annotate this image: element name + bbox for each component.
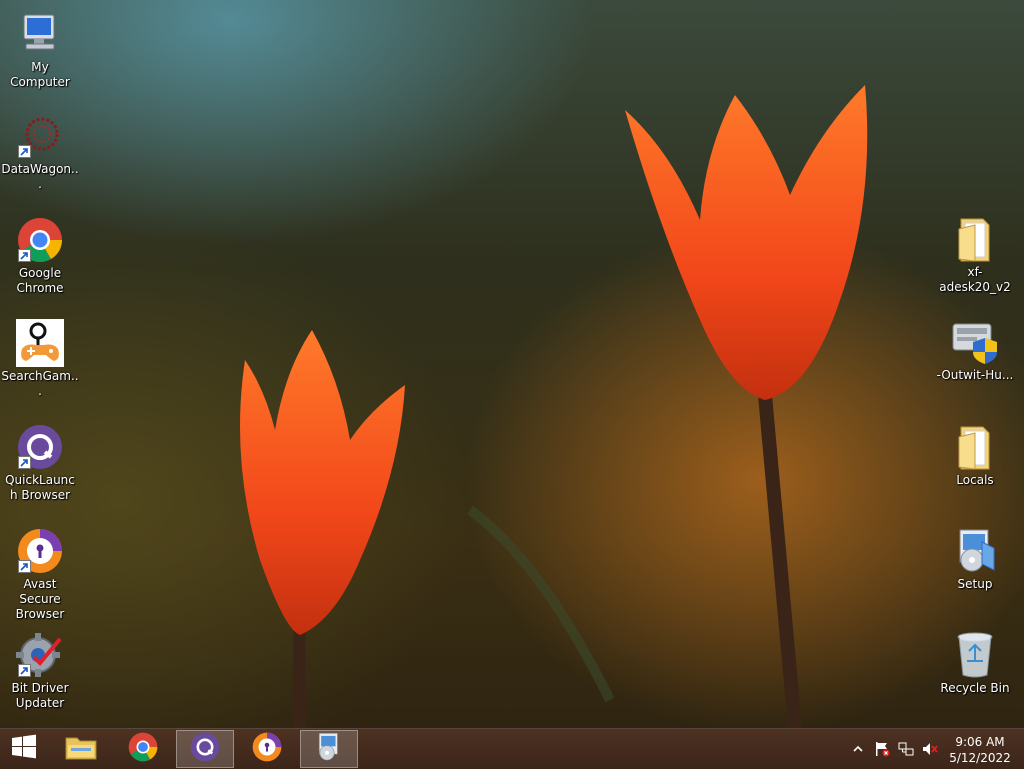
chrome-icon [128,732,158,766]
desktop-icon-label: Recycle Bin [940,681,1010,695]
quicklaunch-icon [16,423,64,471]
setup-icon [314,732,344,766]
taskbar-chrome[interactable] [114,730,172,768]
taskbar-avast[interactable] [238,730,296,768]
datawagon-icon [16,112,64,160]
computer-icon [16,10,64,58]
shortcut-arrow-icon [18,456,31,469]
avast-icon [252,732,282,766]
desktop-icon-datawagon[interactable]: DataWagon... [0,112,80,192]
desktop-icon-searchgames[interactable]: SearchGam... [0,319,80,399]
taskbar-file-explorer[interactable] [52,730,110,768]
clock-time: 9:06 AM [955,735,1005,749]
taskbar-quicklaunch[interactable] [176,730,234,768]
desktop-icon-label: Google Chrome [16,266,64,295]
avast-icon [16,527,64,575]
desktop-icon-outwit-hub[interactable]: -Outwit-Hu... [935,318,1015,383]
start-icon [11,734,37,764]
shortcut-arrow-icon [18,560,31,573]
setup-icon [951,527,999,575]
desktop-icon-setup[interactable]: Setup [935,527,1015,592]
desktop-icon-recycle-bin[interactable]: Recycle Bin [935,631,1015,696]
desktop-wallpaper [0,0,1024,768]
shortcut-arrow-icon [18,145,31,158]
gamepad-icon [16,319,64,367]
installer-icon [951,318,999,366]
desktop-icon-google-chrome[interactable]: Google Chrome [0,216,80,296]
chevron-up-icon[interactable] [850,741,866,757]
desktop-icon-my-computer[interactable]: My Computer [0,10,80,90]
desktop-icon-xf-adesk20[interactable]: xf-adesk20_v2 [935,215,1015,295]
shortcut-arrow-icon [18,664,31,677]
start-button[interactable] [0,730,48,768]
network-icon[interactable] [898,741,914,757]
desktop-icon-label: QuickLaunch Browser [5,473,75,502]
taskbar-setup[interactable] [300,730,358,768]
desktop-icon-quicklaunch[interactable]: QuickLaunch Browser [0,423,80,503]
quicklaunch-icon [190,732,220,766]
desktop-icon-label: SearchGam... [1,369,79,398]
folder-icon [951,423,999,471]
desktop-icon-bit-driver-updater[interactable]: Bit Driver Updater [0,631,80,711]
gear-icon [16,631,64,679]
clock-date: 5/12/2022 [949,751,1011,765]
desktop-icon-label: Locals [956,473,994,487]
chrome-icon [16,216,64,264]
desktop-icon-avast-secure-browser[interactable]: Avast Secure Browser [0,527,80,622]
desktop-icon-label: My Computer [10,60,70,89]
desktop-icon-label: xf-adesk20_v2 [939,265,1011,294]
desktop-icon-label: Avast Secure Browser [15,577,65,621]
folder-icon [951,215,999,263]
system-clock[interactable]: 9:06 AM 5/12/2022 [946,734,1014,766]
desktop-icon-label: -Outwit-Hu... [936,368,1014,382]
file-explorer-icon [65,733,97,765]
desktop-icon-label: Bit Driver Updater [11,681,69,710]
tulip-wallpaper-art [240,85,868,728]
taskbar: 9:06 AM 5/12/2022 [0,728,1024,769]
desktop-icon-label: DataWagon... [1,162,79,191]
shortcut-arrow-icon [18,249,31,262]
desktop-icon-locals[interactable]: Locals [935,423,1015,488]
recycle-bin-icon [951,631,999,679]
desktop-icon-label: Setup [957,577,993,591]
speaker-muted-icon[interactable] [922,741,938,757]
flag-icon[interactable] [874,741,890,757]
